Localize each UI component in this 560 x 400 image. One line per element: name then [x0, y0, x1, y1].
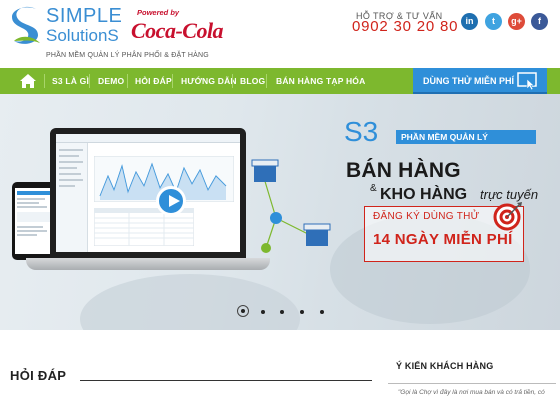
hero-headline-warehouse: KHO HÀNG [380, 186, 468, 203]
slider-dot[interactable] [261, 310, 265, 314]
free-trial-button[interactable]: DÙNG THỬ MIỄN PHÍ [413, 68, 547, 94]
target-icon [493, 202, 522, 231]
cursor-window-icon [517, 72, 537, 90]
hero-banner: S3 PHẦN MỀM QUẢN LÝ BÁN HÀNG & KHO HÀNG … [0, 94, 560, 330]
slider-dot-active[interactable] [237, 305, 249, 317]
facebook-icon[interactable]: f [531, 13, 548, 30]
laptop-illustration [50, 128, 246, 258]
reviews-section-title: Ý KIẾN KHÁCH HÀNG [396, 361, 494, 371]
support-phone[interactable]: 0902 30 20 80 [352, 19, 458, 35]
free-trial-label: DÙNG THỬ MIỄN PHÍ [423, 76, 514, 86]
play-video-button[interactable] [156, 186, 186, 216]
hero-ampersand: & [370, 183, 377, 194]
brand-name-sub[interactable]: SolutionS [46, 27, 119, 45]
review-snippet: "Gọi là Chợ vì đây là nơi mua bán và có … [398, 389, 545, 396]
nav-item-guide[interactable]: HƯỚNG DẪN [181, 68, 237, 94]
slider-dot[interactable] [320, 310, 324, 314]
tablet-screen-content [17, 191, 51, 236]
google-plus-icon[interactable]: g+ [508, 13, 525, 30]
app-toolbar-illustration [56, 134, 240, 143]
nav-divider [266, 74, 267, 88]
partner-logo: Coca-Cola [131, 18, 224, 43]
nav-item-s3[interactable]: S3 LÀ GÌ [52, 68, 89, 94]
product-code: S3 [344, 116, 379, 147]
faq-section-title: HỎI ĐÁP [10, 368, 67, 383]
linkedin-icon[interactable]: in [461, 13, 478, 30]
nav-divider [44, 74, 45, 88]
nav-divider [232, 74, 233, 88]
nav-divider [127, 74, 128, 88]
nav-item-demo[interactable]: DEMO [98, 68, 124, 94]
store-network-illustration [251, 159, 331, 253]
hero-background-shape [80, 274, 300, 330]
brand-tagline: PHẦN MỀM QUẢN LÝ PHÂN PHỐI & ĐẶT HÀNG [46, 52, 209, 59]
tablet-screen [15, 188, 53, 254]
site-header: SIMPLE SolutionS Powered by Coca-Cola PH… [0, 0, 560, 68]
nav-divider [172, 74, 173, 88]
register-trial-line2: 14 NGÀY MIỄN PHÍ [373, 231, 513, 248]
twitter-icon[interactable]: t [485, 13, 502, 30]
nav-item-faq[interactable]: HỎI ĐÁP [135, 68, 172, 94]
slider-dot[interactable] [280, 310, 284, 314]
slider-dot[interactable] [300, 310, 304, 314]
faq-title-underline [80, 380, 372, 381]
brand-name[interactable]: SIMPLE [46, 6, 122, 26]
home-icon[interactable] [14, 68, 42, 94]
reviews-divider [388, 383, 556, 384]
logo-mark-icon[interactable] [10, 5, 44, 47]
nav-item-blog[interactable]: BLOG [240, 68, 265, 94]
laptop-base-illustration [26, 258, 270, 270]
nav-item-grocery[interactable]: BÁN HÀNG TẠP HÓA [276, 68, 365, 94]
product-badge: PHẦN MỀM QUẢN LÝ [396, 130, 536, 144]
register-trial-line1: ĐĂNG KÝ DÙNG THỬ [373, 211, 480, 222]
register-trial-box[interactable]: ĐĂNG KÝ DÙNG THỬ 14 NGÀY MIỄN PHÍ [364, 202, 524, 262]
app-sidebar-illustration [56, 143, 88, 252]
hero-headline-sales: BÁN HÀNG [346, 159, 461, 182]
nav-divider [89, 74, 90, 88]
powered-by-label: Powered by [137, 8, 180, 17]
